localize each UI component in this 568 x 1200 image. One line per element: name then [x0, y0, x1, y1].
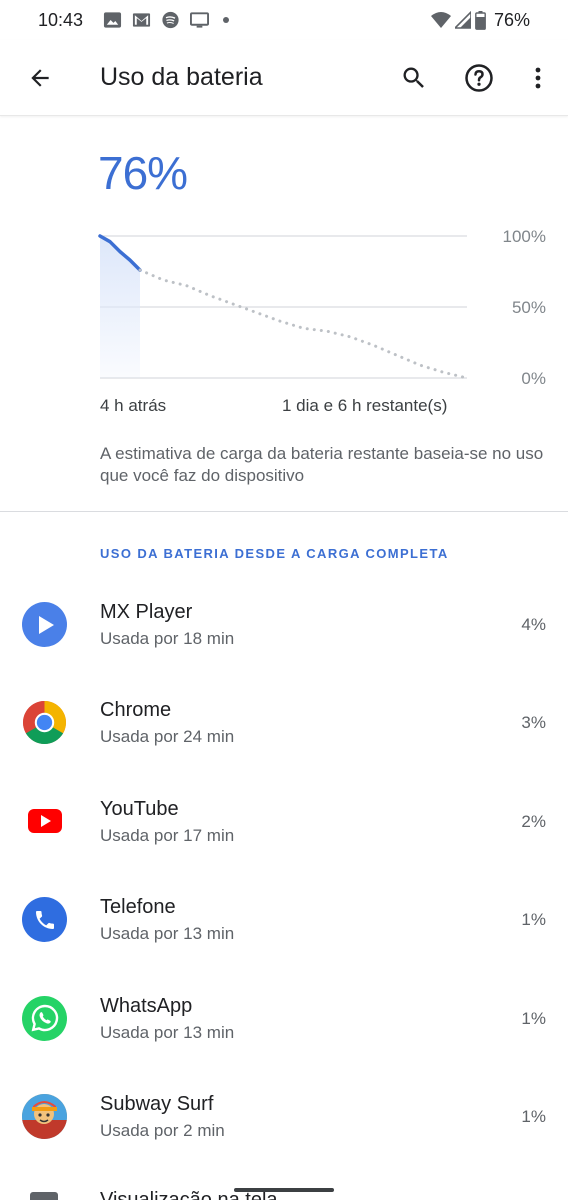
app-name: Chrome — [100, 699, 172, 722]
app-usage: Usada por 2 min — [100, 1120, 225, 1140]
chrome-icon — [22, 700, 67, 745]
app-usage: Usada por 17 min — [100, 825, 235, 845]
system-icons: 76% — [430, 9, 530, 30]
whatsapp-icon — [22, 995, 67, 1041]
app-usage-list: MX Player Usada por 18 min 4% Chrome Usa… — [0, 576, 568, 1166]
app-row-subway-surf[interactable]: Subway Surf Usada por 2 min 1% — [0, 1068, 568, 1166]
battery-icon — [475, 10, 486, 30]
battery-level: 76% — [98, 147, 188, 199]
spotify-icon — [162, 11, 179, 29]
help-icon — [465, 64, 493, 92]
y-tick-label: 100% — [502, 227, 546, 246]
youtube-icon — [22, 799, 67, 844]
notification-icons — [103, 10, 229, 30]
phone-icon — [22, 897, 67, 943]
app-row-chrome[interactable]: Chrome Usada por 24 min 3% — [0, 674, 568, 772]
app-usage: Usada por 24 min — [100, 727, 235, 747]
back-button[interactable] — [22, 60, 58, 96]
app-row-youtube[interactable]: YouTube Usada por 17 min 2% — [0, 773, 568, 871]
app-name: MX Player — [100, 601, 193, 623]
more-notifications-dot — [223, 17, 229, 23]
status-bar: 10:43 76% — [0, 0, 568, 40]
x-label-start: 4 h atrás — [100, 396, 167, 415]
battery-chart: 100% 50% 0% 4 h atrás 1 dia e 6 h restan… — [0, 220, 568, 420]
status-battery-text: 76% — [493, 9, 530, 30]
more-vert-icon — [535, 67, 541, 89]
wifi-icon — [430, 12, 451, 28]
more-options-button[interactable] — [520, 60, 556, 96]
usage-area — [100, 236, 140, 378]
x-label-end: 1 dia e 6 h restante(s) — [282, 396, 448, 415]
section-header: USO DA BATERIA DESDE A CARGA COMPLETA — [100, 546, 449, 561]
gallery-icon — [103, 12, 122, 28]
search-icon — [403, 67, 424, 88]
mx-player-icon — [22, 602, 67, 647]
app-name: Telefone — [100, 896, 176, 919]
app-row-telefone[interactable]: Telefone Usada por 13 min 1% — [0, 871, 568, 969]
status-time: 10:43 — [38, 10, 84, 30]
divider — [0, 511, 568, 512]
app-name: YouTube — [100, 797, 179, 820]
app-bar: Uso da bateria — [0, 40, 568, 116]
y-tick-label: 0% — [521, 369, 546, 388]
search-button[interactable] — [396, 60, 432, 96]
app-row-whatsapp[interactable]: WhatsApp Usada por 13 min 1% — [0, 970, 568, 1068]
cast-icon — [190, 12, 209, 28]
signal-icon — [454, 11, 471, 29]
y-tick-label: 50% — [511, 298, 546, 317]
back-arrow-icon — [31, 69, 49, 87]
help-button[interactable] — [461, 60, 497, 96]
battery-chart-svg — [98, 234, 469, 380]
app-name: WhatsApp — [100, 994, 193, 1017]
app-percent: 2% — [521, 811, 546, 831]
gmail-icon — [132, 13, 151, 27]
app-usage: Usada por 13 min — [100, 1022, 235, 1042]
projection-line — [138, 268, 469, 380]
subway-surf-icon — [22, 1093, 67, 1139]
app-usage: Usada por 18 min — [100, 629, 235, 648]
app-percent: 1% — [521, 910, 546, 930]
page-title: Uso da bateria — [100, 63, 263, 91]
app-percent: 1% — [521, 1008, 546, 1028]
estimate-note: A estimativa de carga da bateria restant… — [100, 444, 544, 485]
app-row-mx-player[interactable]: MX Player Usada por 18 min 4% — [0, 576, 568, 674]
app-percent: 1% — [521, 1106, 546, 1126]
app-name: Subway Surf — [100, 1092, 214, 1115]
app-percent: 3% — [521, 713, 546, 733]
screen-icon — [30, 1192, 58, 1200]
gesture-nav-handle[interactable] — [234, 1188, 334, 1192]
app-usage: Usada por 13 min — [100, 924, 235, 944]
app-percent: 4% — [521, 615, 546, 634]
